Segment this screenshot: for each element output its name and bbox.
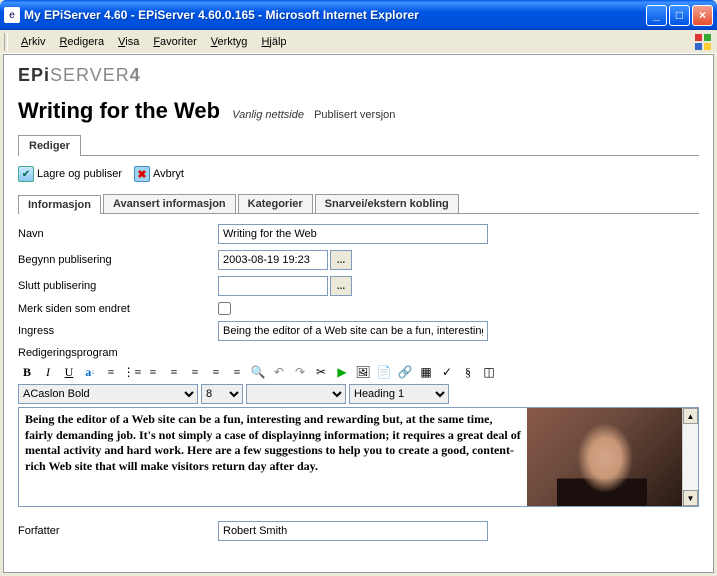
editor-scrollbar[interactable]: ▲ ▼ bbox=[682, 408, 698, 506]
spellcheck-button[interactable]: ✓ bbox=[438, 363, 456, 381]
heading-select[interactable]: Heading 1 bbox=[349, 384, 449, 404]
scroll-down-button[interactable]: ▼ bbox=[683, 490, 698, 506]
tab-rediger[interactable]: Rediger bbox=[18, 135, 81, 156]
menu-redigera[interactable]: Redigera bbox=[52, 34, 111, 50]
stop-publish-datepicker-button[interactable]: ... bbox=[330, 276, 352, 296]
run-button[interactable]: ▶ bbox=[333, 363, 351, 381]
link-button[interactable]: 🔗 bbox=[396, 363, 414, 381]
editor-toolbar-font: ACaslon Bold 8 Heading 1 bbox=[18, 384, 699, 404]
bullet-list-button[interactable]: ⋮≡ bbox=[123, 363, 141, 381]
stop-publish-input[interactable] bbox=[218, 276, 328, 296]
toggle-view-button[interactable]: ◫ bbox=[480, 363, 498, 381]
name-input[interactable] bbox=[218, 224, 488, 244]
bold-button[interactable]: B bbox=[18, 363, 36, 381]
action-row: ✔ Lagre og publiser ✖ Avbryt bbox=[18, 166, 699, 182]
insert-image-button[interactable]: 🖼 bbox=[354, 363, 372, 381]
font-color-button[interactable]: a↓ bbox=[81, 363, 99, 381]
minimize-button[interactable]: _ bbox=[646, 5, 667, 26]
save-icon: ✔ bbox=[18, 166, 34, 182]
insert-file-button[interactable]: 📄 bbox=[375, 363, 393, 381]
rich-text-editor[interactable]: Being the editor of a Web site can be a … bbox=[18, 407, 699, 507]
window-titlebar: e My EPiServer 4.60 - EPiServer 4.60.0.1… bbox=[0, 0, 717, 30]
editor-toolbar-formatting: B I U a↓ ≡ ⋮≡ ≡ ≡ ≡ ≡ ≡ 🔍 ↶ ↷ ✂ ▶ 🖼 📄 🔗 … bbox=[18, 363, 699, 381]
numbered-list-button[interactable]: ≡ bbox=[102, 363, 120, 381]
tab-informasjon[interactable]: Informasjon bbox=[18, 195, 101, 214]
editor-content[interactable]: Being the editor of a Web site can be a … bbox=[19, 408, 527, 506]
underline-button[interactable]: U bbox=[60, 363, 78, 381]
author-input[interactable] bbox=[218, 521, 488, 541]
maximize-button[interactable]: □ bbox=[669, 5, 690, 26]
page-version-label: Publisert versjon bbox=[314, 109, 395, 121]
cancel-button[interactable]: ✖ Avbryt bbox=[134, 166, 184, 182]
start-publish-datepicker-button[interactable]: ... bbox=[330, 250, 352, 270]
cancel-icon: ✖ bbox=[134, 166, 150, 182]
cut-button[interactable]: ✂ bbox=[312, 363, 330, 381]
windows-logo-icon bbox=[693, 32, 713, 52]
outdent-button[interactable]: ≡ bbox=[144, 363, 162, 381]
tab-avansert[interactable]: Avansert informasjon bbox=[103, 194, 236, 213]
author-label: Forfatter bbox=[18, 525, 218, 537]
save-publish-button[interactable]: ✔ Lagre og publiser bbox=[18, 166, 122, 182]
align-right-button[interactable]: ≡ bbox=[228, 363, 246, 381]
insert-table-button[interactable]: ▦ bbox=[417, 363, 435, 381]
menu-hjalp[interactable]: Hjälp bbox=[254, 34, 293, 50]
page-title: Writing for the Web bbox=[18, 98, 220, 123]
align-center-button[interactable]: ≡ bbox=[207, 363, 225, 381]
ingress-input[interactable] bbox=[218, 321, 488, 341]
redo-button[interactable]: ↷ bbox=[291, 363, 309, 381]
undo-button[interactable]: ↶ bbox=[270, 363, 288, 381]
page-heading: Writing for the Web Vanlig nettside Publ… bbox=[18, 98, 699, 124]
insert-symbol-button[interactable]: § bbox=[459, 363, 477, 381]
menu-favoriter[interactable]: Favoriter bbox=[146, 34, 203, 50]
close-button[interactable]: × bbox=[692, 5, 713, 26]
editor-label: Redigeringsprogram bbox=[18, 347, 699, 359]
font-family-select[interactable]: ACaslon Bold bbox=[18, 384, 198, 404]
menu-verktyg[interactable]: Verktyg bbox=[204, 34, 255, 50]
font-size-select[interactable]: 8 bbox=[201, 384, 243, 404]
scroll-track[interactable] bbox=[683, 424, 698, 490]
menu-arkiv[interactable]: Arkiv bbox=[14, 34, 52, 50]
find-button[interactable]: 🔍 bbox=[249, 363, 267, 381]
ingress-label: Ingress bbox=[18, 325, 218, 337]
mark-changed-label: Merk siden som endret bbox=[18, 303, 218, 315]
menubar-grip bbox=[4, 33, 8, 51]
window-title: My EPiServer 4.60 - EPiServer 4.60.0.165… bbox=[24, 8, 646, 22]
tab-kategorier[interactable]: Kategorier bbox=[238, 194, 313, 213]
ie-icon: e bbox=[4, 7, 20, 23]
mark-changed-checkbox[interactable] bbox=[218, 302, 231, 315]
start-publish-label: Begynn publisering bbox=[18, 254, 218, 266]
page-type-label: Vanlig nettside bbox=[232, 109, 304, 121]
tab-snarvei[interactable]: Snarvei/ekstern kobling bbox=[315, 194, 459, 213]
menubar: Arkiv Redigera Visa Favoriter Verktyg Hj… bbox=[0, 30, 717, 54]
menu-visa[interactable]: Visa bbox=[111, 34, 146, 50]
style-select[interactable] bbox=[246, 384, 346, 404]
italic-button[interactable]: I bbox=[39, 363, 57, 381]
start-publish-input[interactable] bbox=[218, 250, 328, 270]
sub-tabstrip: Informasjon Avansert informasjon Kategor… bbox=[18, 194, 699, 214]
main-tabstrip: Rediger bbox=[18, 134, 699, 156]
editor-embedded-image[interactable] bbox=[527, 408, 682, 506]
name-label: Navn bbox=[18, 228, 218, 240]
episerver-logo: EPiSERVER4 bbox=[18, 65, 699, 86]
scroll-up-button[interactable]: ▲ bbox=[683, 408, 698, 424]
indent-button[interactable]: ≡ bbox=[165, 363, 183, 381]
stop-publish-label: Slutt publisering bbox=[18, 280, 218, 292]
align-left-button[interactable]: ≡ bbox=[186, 363, 204, 381]
